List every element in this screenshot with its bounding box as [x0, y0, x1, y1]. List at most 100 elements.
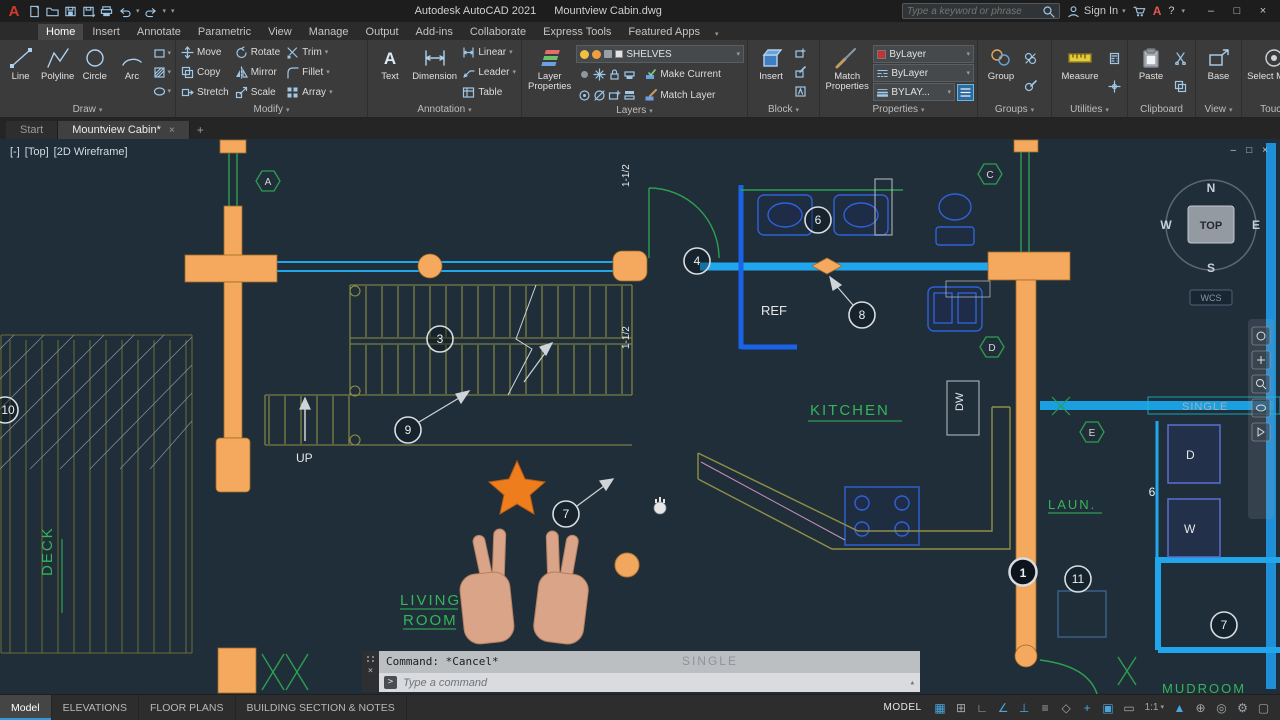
tab-home[interactable]: Home [38, 24, 83, 40]
file-tab-document[interactable]: Mountview Cabin* × [58, 121, 190, 139]
panel-label-modify[interactable]: Modify▾ [176, 103, 367, 117]
copy-clip-icon[interactable] [1174, 80, 1187, 93]
quick-calc-icon[interactable] [1108, 52, 1121, 65]
leader-button[interactable]: Leader▾ [460, 62, 518, 82]
units-icon[interactable]: ▭ [1119, 701, 1140, 715]
isodraft-toggle-icon[interactable]: ◇ [1056, 701, 1077, 715]
app-store-cart-icon[interactable] [1133, 5, 1146, 18]
tab-annotate[interactable]: Annotate [129, 24, 189, 40]
viewcube[interactable]: N W E S TOP [1160, 180, 1260, 275]
panel-label-utilities[interactable]: Utilities▾ [1052, 103, 1127, 117]
lineweight-toggle-icon[interactable]: ≡ [1035, 701, 1056, 715]
save-icon[interactable] [64, 5, 77, 18]
stretch-button[interactable]: Stretch [179, 83, 231, 103]
rotate-button[interactable]: Rotate [233, 42, 282, 62]
mirror-button[interactable]: Mirror [233, 62, 282, 82]
ribbon-collapse-icon[interactable]: ▾ [709, 29, 725, 40]
measure-button[interactable]: Measure [1055, 42, 1105, 103]
help-search[interactable] [902, 3, 1060, 19]
viewport-visual-style-control[interactable]: [2D Wireframe] [54, 146, 128, 158]
command-close-icon[interactable]: × [368, 667, 373, 676]
ellipse-tool-button[interactable]: ▾ [153, 85, 172, 98]
layer-dropdown[interactable]: SHELVES ▾ [576, 45, 744, 63]
match-properties-button[interactable]: Match Properties [823, 42, 871, 103]
line-button[interactable]: Line [3, 42, 38, 103]
rectangle-tool-button[interactable]: ▾ [153, 47, 172, 60]
wcs-badge[interactable]: WCS [1190, 290, 1232, 305]
tab-collaborate[interactable]: Collaborate [462, 24, 534, 40]
layer-freeze-icon[interactable] [593, 68, 606, 81]
tab-output[interactable]: Output [358, 24, 407, 40]
file-tab-start[interactable]: Start [6, 121, 58, 139]
panel-label-touch[interactable]: Touch [1242, 103, 1280, 117]
open-icon[interactable] [46, 5, 59, 18]
autocad-logo[interactable]: A [4, 1, 24, 21]
search-icon[interactable] [1042, 5, 1055, 18]
copy-button[interactable]: Copy [179, 62, 231, 82]
layer-on-bulb-icon[interactable] [580, 50, 589, 59]
layer-lock-icon[interactable] [604, 50, 612, 58]
undo-icon[interactable] [118, 5, 131, 18]
trim-button[interactable]: Trim▾ [284, 42, 334, 62]
maximize-button[interactable]: □ [1224, 0, 1250, 22]
match-layer-button[interactable]: Match Layer [642, 89, 717, 102]
lineweight-dropdown[interactable]: BYLAY... ▾ [873, 83, 955, 101]
circle-button[interactable]: Circle [77, 42, 112, 103]
annotation-monitor-icon[interactable]: ⊕ [1190, 701, 1211, 715]
undo-dropdown-icon[interactable]: ▾ [136, 8, 140, 15]
layer-new-icon[interactable] [608, 89, 621, 102]
panel-label-groups[interactable]: Groups▾ [978, 103, 1051, 117]
linetype-dropdown[interactable]: ByLayer ▾ [873, 64, 974, 82]
annotation-scale-control[interactable]: 1:1 ▾ [1140, 702, 1169, 713]
move-button[interactable]: Move [179, 42, 231, 62]
osnap-toggle-icon[interactable]: ⊥ [1014, 701, 1035, 715]
panel-label-block[interactable]: Block▾ [748, 103, 819, 117]
panel-label-clipboard[interactable]: Clipboard [1128, 103, 1195, 117]
command-history-up-icon[interactable]: ▴ [910, 678, 915, 688]
new-drawing-tab-button[interactable]: + [190, 121, 211, 139]
navigation-bar[interactable] [1248, 319, 1274, 519]
layer-dropdown-icon[interactable]: ▾ [736, 51, 740, 58]
annotation-visibility-icon[interactable]: ▲ [1169, 701, 1190, 715]
insert-button[interactable]: Insert [751, 42, 791, 103]
viewport-close-icon[interactable]: × [1262, 145, 1268, 156]
ortho-toggle-icon[interactable]: ∟ [972, 701, 993, 715]
table-button[interactable]: Table [460, 83, 518, 103]
command-window-handle[interactable]: × [362, 651, 379, 692]
panel-label-annotation[interactable]: Annotation▾ [368, 103, 521, 117]
cut-icon[interactable] [1174, 52, 1187, 65]
help-icon[interactable]: ? [1168, 5, 1174, 17]
save-as-icon[interactable] [82, 5, 95, 18]
clean-screen-icon[interactable]: ▢ [1253, 701, 1274, 715]
edit-block-icon[interactable] [794, 66, 807, 79]
layer-plot-icon[interactable] [623, 68, 636, 81]
qat-customize-icon[interactable]: ▾ [171, 8, 175, 15]
model-space-indicator[interactable]: MODEL [884, 702, 922, 713]
search-input[interactable] [907, 6, 1039, 17]
panel-label-layers[interactable]: Layers▾ [522, 105, 747, 117]
properties-list-button[interactable] [957, 84, 974, 101]
sign-in-button[interactable]: Sign In ▾ [1067, 5, 1126, 18]
block-attributes-icon[interactable] [794, 85, 807, 98]
viewport-menu-control[interactable]: [-] [10, 146, 20, 158]
panel-label-draw[interactable]: Draw▾ [0, 103, 175, 117]
hatch-tool-button[interactable]: ▾ [153, 66, 172, 79]
layer-isolate-icon[interactable] [578, 89, 591, 102]
command-history[interactable]: Command: *Cancel* SINGLE [379, 651, 920, 673]
layout-tab-building-section[interactable]: BUILDING SECTION & NOTES [236, 695, 407, 720]
text-button[interactable]: A Text [371, 42, 409, 103]
object-color-dropdown[interactable]: ByLayer ▾ [873, 45, 974, 63]
viewport-restore-icon[interactable]: □ [1246, 145, 1252, 156]
tab-addins[interactable]: Add-ins [408, 24, 461, 40]
isolate-objects-icon[interactable]: ◎ [1211, 701, 1232, 715]
grid-toggle-icon[interactable]: ▦ [930, 701, 951, 715]
layer-thaw-sun-icon[interactable] [592, 50, 601, 59]
layer-color-swatch[interactable] [615, 50, 623, 58]
drawing-area[interactable]: [-] [Top] [2D Wireframe] – □ × [0, 139, 1280, 694]
minimize-button[interactable]: – [1198, 0, 1224, 22]
group-button[interactable]: Group [981, 42, 1021, 103]
scale-button[interactable]: Scale [233, 83, 282, 103]
fillet-button[interactable]: Fillet▾ [284, 62, 334, 82]
panel-label-properties[interactable]: Properties▾ [820, 103, 977, 117]
viewport-view-control[interactable]: [Top] [25, 146, 49, 158]
